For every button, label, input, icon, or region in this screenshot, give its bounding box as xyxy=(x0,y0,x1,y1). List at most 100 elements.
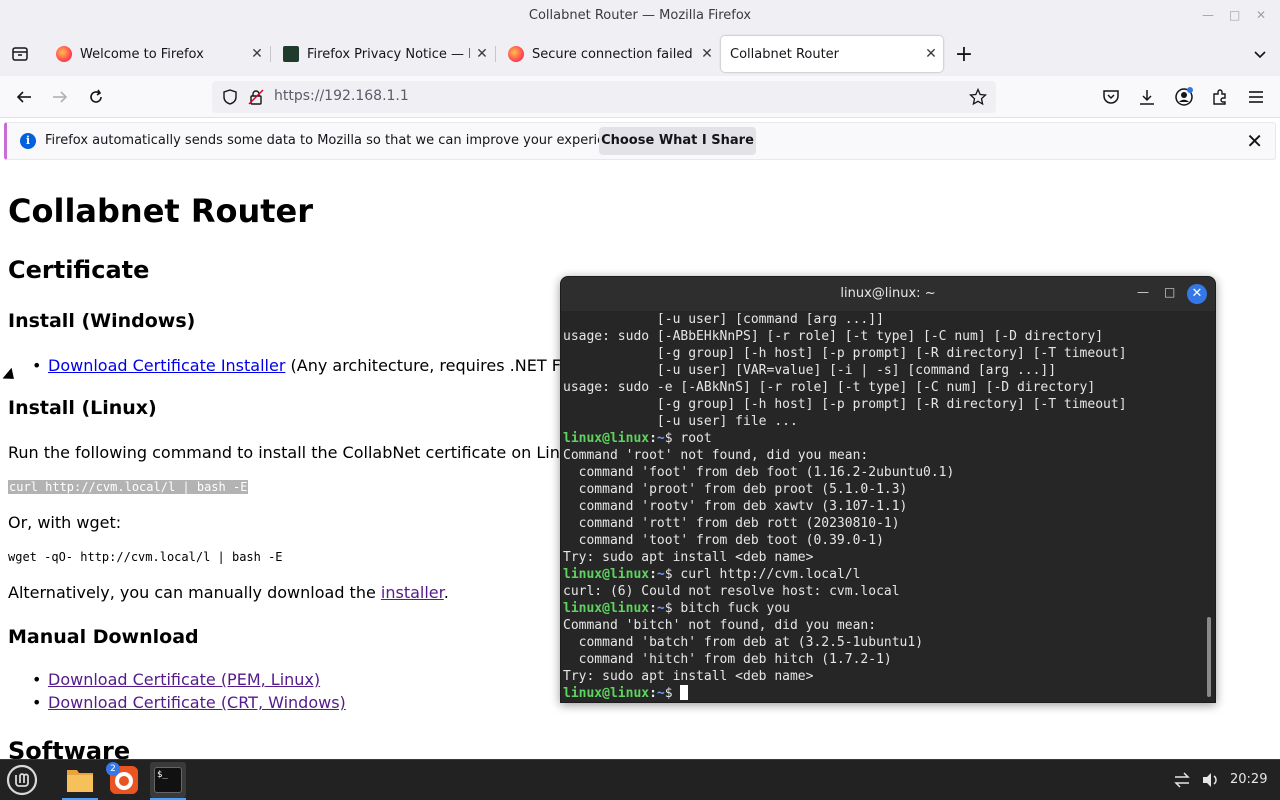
terminal-output-line: Command 'bitch' not found, did you mean: xyxy=(563,618,877,633)
terminal-minimize-icon[interactable]: — xyxy=(1137,285,1149,299)
terminal-output-line: curl: (6) Could not resolve host: cvm.lo… xyxy=(563,584,900,599)
choose-what-i-share-button[interactable]: Choose What I Share xyxy=(599,127,756,155)
notification-close-icon[interactable]: ✕ xyxy=(1246,129,1263,153)
tab-list-chevron-icon[interactable] xyxy=(1248,42,1272,66)
terminal-output-line: Try: sudo apt install <deb name> xyxy=(563,550,814,565)
terminal-output-line: usage: sudo -e [-ABkNnS] [-r role] [-t t… xyxy=(563,380,1096,395)
download-crt-link[interactable]: Download Certificate (CRT, Windows) xyxy=(48,693,346,712)
terminal-output-line: usage: sudo [-ABbEHkNnPS] [-r role] [-t … xyxy=(563,329,1104,344)
back-icon[interactable] xyxy=(12,85,36,109)
terminal-output-line: command 'proot' from deb proot (5.1.0-1.… xyxy=(563,482,908,497)
terminal-close-icon[interactable]: ✕ xyxy=(1187,284,1207,304)
info-icon: i xyxy=(20,133,36,149)
wget-intro-text: Or, with wget: xyxy=(8,513,122,532)
prompt-user: linux@linux xyxy=(563,431,650,446)
terminal-output-line: [-u user] [command [arg ...]] xyxy=(563,312,884,327)
prompt-path: ~ xyxy=(656,601,665,616)
curl-command[interactable]: curl http://cvm.local/l | bash -E xyxy=(8,480,249,494)
pocket-icon[interactable] xyxy=(1099,85,1123,109)
menu-hamburger-icon[interactable] xyxy=(1244,85,1268,109)
tab-welcome[interactable]: Welcome to Firefox ✕ xyxy=(43,36,269,72)
tab-secure-connection[interactable]: Secure connection failed an ✕ xyxy=(495,36,719,72)
prompt-path: ~ xyxy=(656,686,665,701)
volume-icon[interactable] xyxy=(1201,771,1221,793)
tab-close-icon[interactable]: ✕ xyxy=(245,46,269,62)
installer-link[interactable]: installer xyxy=(381,583,444,602)
terminal-output-line: [-g group] [-h host] [-p prompt] [-R dir… xyxy=(563,397,1127,412)
terminal-output[interactable]: [-u user] [command [arg ...]] usage: sudo… xyxy=(563,311,1203,701)
tab-label: Welcome to Firefox xyxy=(80,46,204,62)
terminal-scrollbar[interactable] xyxy=(1207,617,1211,697)
firefox-icon xyxy=(56,46,72,62)
terminal-output-line: command 'hitch' from deb hitch (1.7.2-1) xyxy=(563,652,892,667)
reload-icon[interactable] xyxy=(84,85,108,109)
tab-close-icon[interactable]: ✕ xyxy=(695,46,719,62)
account-icon[interactable] xyxy=(1172,85,1196,109)
terminal-command: bitch fuck you xyxy=(680,601,790,616)
notification-badge: 2 xyxy=(106,762,120,776)
manual-text: Alternatively, you can manually download… xyxy=(8,583,449,602)
download-pem-link[interactable]: Download Certificate (PEM, Linux) xyxy=(48,670,320,689)
insecure-lock-icon[interactable] xyxy=(244,85,268,109)
software-heading: Software xyxy=(8,737,131,759)
terminal-output-line: Try: sudo apt install <deb name> xyxy=(563,669,814,684)
tab-close-icon[interactable]: ✕ xyxy=(919,46,943,62)
certificate-heading: Certificate xyxy=(8,256,150,284)
manual-prefix: Alternatively, you can manually download… xyxy=(8,583,381,602)
prompt-colon: : xyxy=(649,601,657,616)
downloads-icon[interactable] xyxy=(1135,85,1159,109)
terminal-titlebar[interactable]: linux@linux: ~ — □ ✕ xyxy=(561,277,1215,311)
window-title: Collabnet Router — Mozilla Firefox xyxy=(528,8,752,23)
tab-privacy-notice[interactable]: Firefox Privacy Notice — Mo ✕ xyxy=(270,36,494,72)
terminal-output-line: Command 'root' not found, did you mean: xyxy=(563,448,869,463)
mint-menu-icon[interactable] xyxy=(4,762,40,798)
firefox-icon xyxy=(508,46,524,62)
terminal-output-line: command 'foot' from deb foot (1.16.2-2ub… xyxy=(563,465,955,480)
data-collection-notification: i Firefox automatically sends some data … xyxy=(4,122,1276,160)
maximize-icon[interactable]: □ xyxy=(1229,8,1240,22)
minimize-icon[interactable]: — xyxy=(1202,8,1214,22)
prompt-user: linux@linux xyxy=(563,567,650,582)
tab-strip: Welcome to Firefox ✕ Firefox Privacy Not… xyxy=(0,32,1280,76)
terminal-prompt-line: linux@linux:~$ xyxy=(563,685,1203,701)
prompt-colon: : xyxy=(649,686,657,701)
terminal-taskbar-button[interactable]: $_ xyxy=(150,762,186,798)
prompt-dollar: $ xyxy=(664,601,681,616)
forward-icon[interactable] xyxy=(48,85,72,109)
prompt-dollar: $ xyxy=(664,567,681,582)
terminal-window[interactable]: linux@linux: ~ — □ ✕ [-u user] [command … xyxy=(560,276,1216,703)
new-tab-icon[interactable]: + xyxy=(952,42,976,67)
window-titlebar: Collabnet Router — Mozilla Firefox — □ ✕ xyxy=(0,0,1280,32)
close-icon[interactable]: ✕ xyxy=(1256,8,1266,22)
tab-close-icon[interactable]: ✕ xyxy=(470,46,494,62)
wget-command[interactable]: wget -qO- http://cvm.local/l | bash -E xyxy=(8,550,283,564)
files-icon[interactable] xyxy=(62,762,98,798)
prompt-path: ~ xyxy=(656,431,665,446)
windows-note: (Any architecture, requires .NET Frame xyxy=(290,356,602,375)
prompt-dollar: $ xyxy=(664,431,681,446)
shield-icon[interactable] xyxy=(218,85,242,109)
terminal-maximize-icon[interactable]: □ xyxy=(1164,285,1175,299)
terminal-output-line: [-u user] [VAR=value] [-i | -s] [command… xyxy=(563,363,1057,378)
terminal-icon: $_ xyxy=(154,767,182,793)
tab-collabnet-router[interactable]: Collabnet Router ✕ xyxy=(721,36,943,72)
notification-message: Firefox automatically sends some data to… xyxy=(45,133,633,148)
tab-overview-icon[interactable] xyxy=(8,42,32,66)
terminal-command: root xyxy=(680,431,712,446)
terminal-title: linux@linux: ~ xyxy=(840,286,936,301)
manual-suffix: . xyxy=(443,583,449,602)
taskbar: 2 $_ 20:29 xyxy=(0,759,1280,800)
extensions-icon[interactable] xyxy=(1208,85,1232,109)
prompt-colon: : xyxy=(649,567,657,582)
page-title: Collabnet Router xyxy=(8,192,314,230)
clock[interactable]: 20:29 xyxy=(1230,772,1267,787)
prompt-user: linux@linux xyxy=(563,686,650,701)
prompt-user: linux@linux xyxy=(563,601,650,616)
terminal-prompt-line: linux@linux:~$ root xyxy=(563,430,1203,447)
url-bar[interactable]: https://192.168.1.1 xyxy=(212,81,996,113)
terminal-prompt-line: linux@linux:~$ bitch fuck you xyxy=(563,600,1203,617)
download-certificate-installer-link[interactable]: Download Certificate Installer xyxy=(48,356,285,375)
terminal-prompt-line: linux@linux:~$ curl http://cvm.local/l xyxy=(563,566,1203,583)
network-icon[interactable] xyxy=(1172,771,1192,793)
bookmark-star-icon[interactable] xyxy=(966,85,990,109)
